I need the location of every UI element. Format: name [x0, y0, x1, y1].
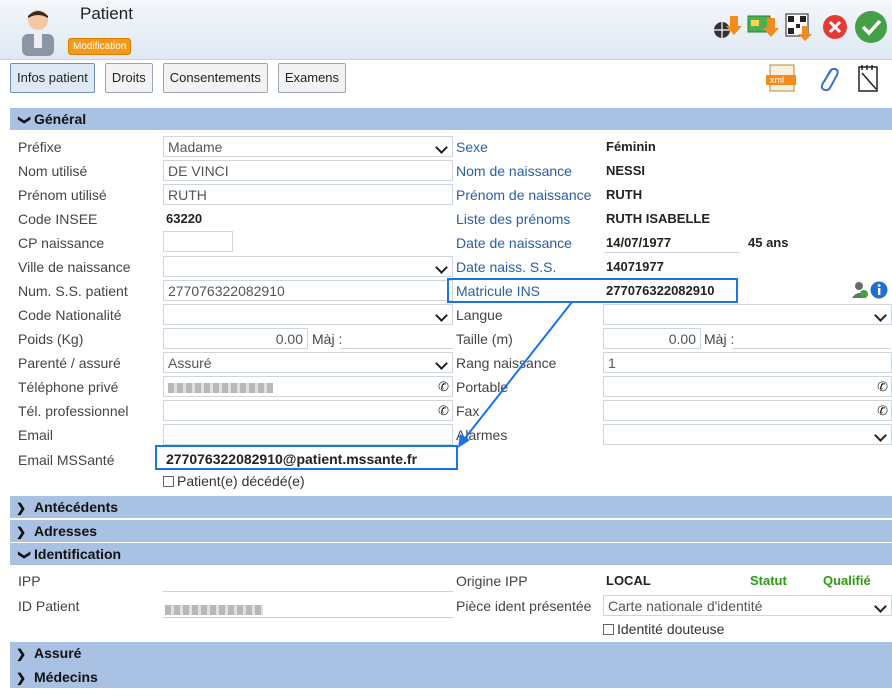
piece-select[interactable]: Carte nationale d'identité	[603, 595, 892, 616]
section-assure-title: Assuré	[34, 645, 82, 661]
section-medecins[interactable]: ❯ Médecins	[10, 666, 892, 688]
identite-douteuse-label: Identité douteuse	[617, 621, 725, 637]
annotation-arrow-line	[461, 301, 573, 443]
label-piece: Pièce ident présentée	[456, 598, 592, 614]
id-patient-line	[163, 617, 453, 618]
blurred-id	[165, 605, 263, 616]
section-adresses-title: Adresses	[34, 523, 98, 539]
section-antecedents[interactable]: ❯ Antécédents	[10, 496, 892, 518]
section-identification[interactable]: ❯ Identification	[10, 543, 892, 565]
statut-value: Qualifié	[823, 573, 871, 588]
chevron-down-icon: ❯	[18, 549, 32, 561]
identite-douteuse-checkbox[interactable]: Identité douteuse	[603, 621, 724, 637]
label-origine-ipp: Origine IPP	[456, 573, 528, 589]
chevron-right-icon: ❯	[16, 501, 27, 515]
section-identification-title: Identification	[34, 546, 122, 562]
annotation-arrow-head	[458, 434, 470, 448]
section-assure[interactable]: ❯ Assuré	[10, 642, 892, 666]
section-adresses[interactable]: ❯ Adresses	[10, 520, 892, 542]
chevron-right-icon: ❯	[16, 671, 27, 685]
ipp-line	[163, 591, 453, 592]
section-medecins-title: Médecins	[34, 669, 98, 685]
origine-ipp-value: LOCAL	[606, 573, 651, 588]
statut-label: Statut	[750, 573, 787, 588]
chevron-right-icon: ❯	[16, 647, 27, 661]
checkbox-box[interactable]	[603, 623, 614, 635]
id-patient-value	[165, 601, 263, 617]
label-ipp: IPP	[18, 573, 41, 589]
chevron-right-icon: ❯	[16, 525, 27, 539]
annotation-arrow	[458, 301, 573, 448]
section-antecedents-title: Antécédents	[34, 499, 119, 515]
label-id-patient: ID Patient	[18, 598, 80, 614]
